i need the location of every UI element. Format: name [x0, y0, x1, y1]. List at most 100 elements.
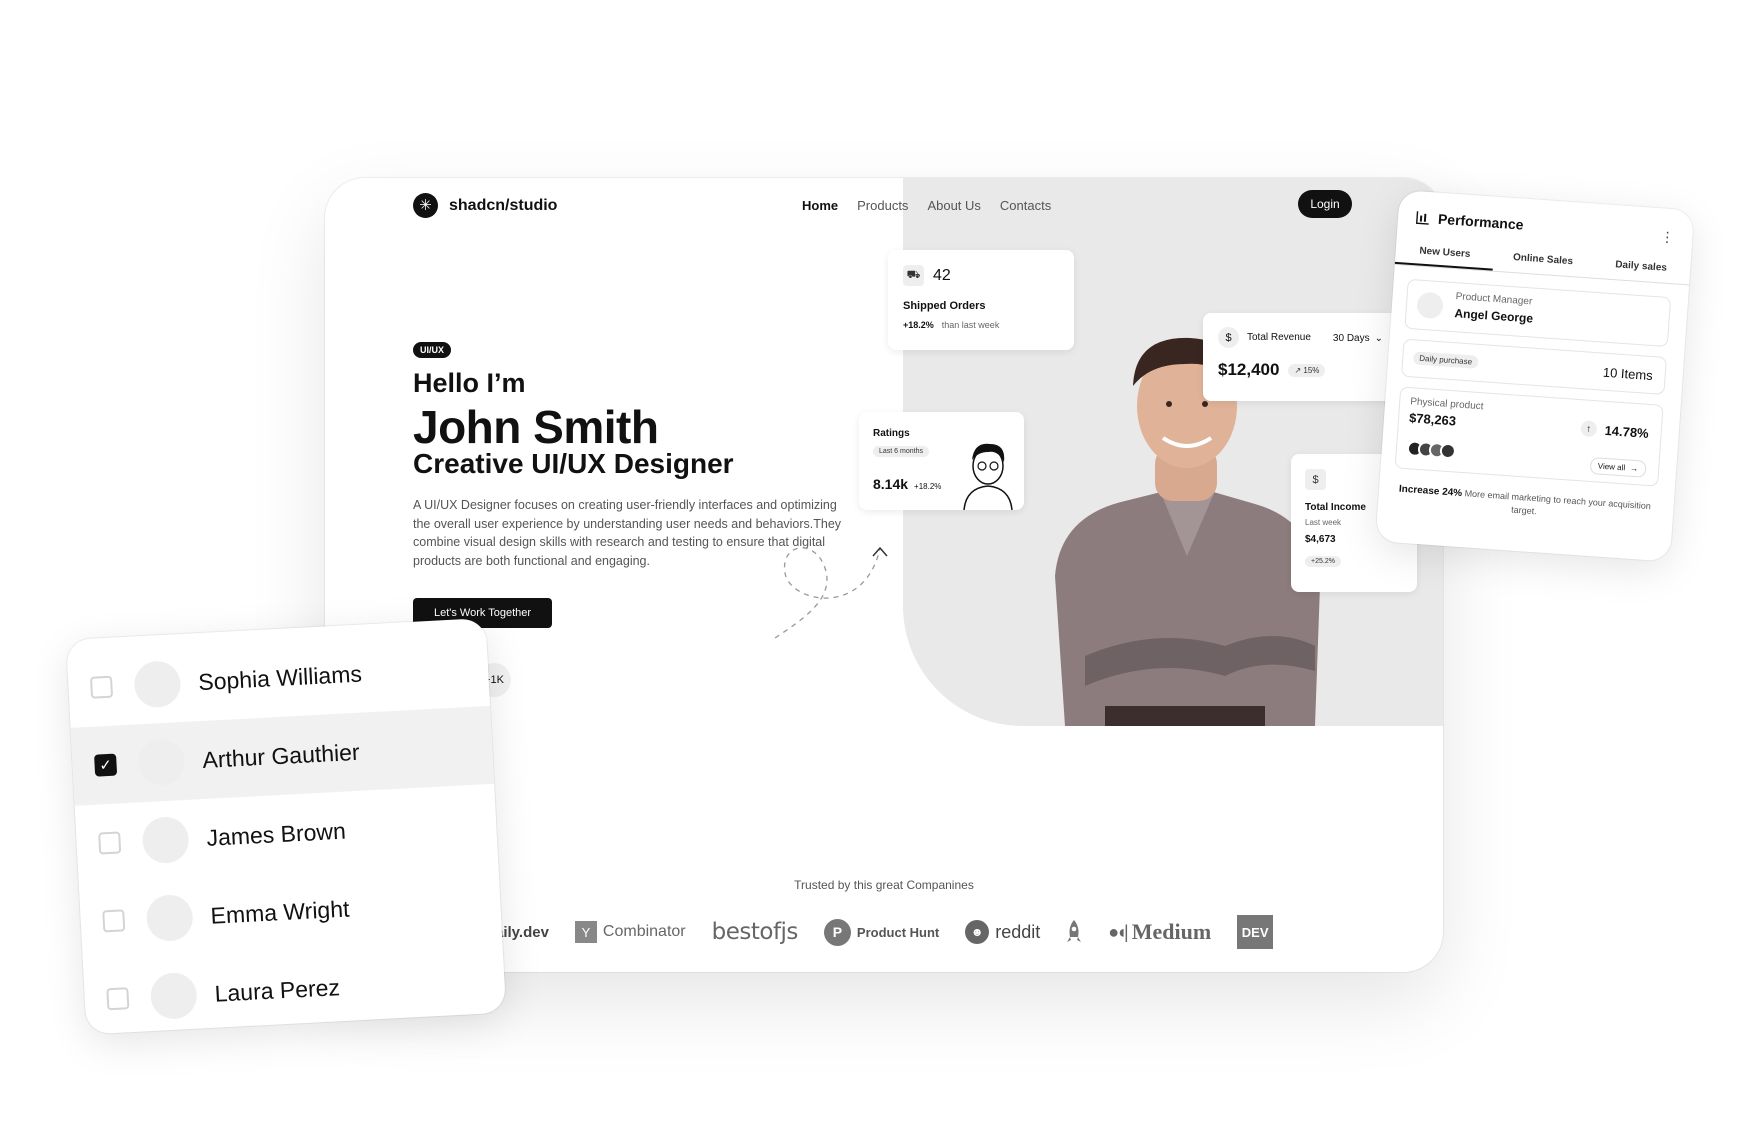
user-name: Emma Wright	[209, 895, 350, 929]
revenue-change: 15%	[1303, 365, 1320, 375]
hero-greeting: Hello I’m	[413, 368, 526, 398]
physical-product-row: Physical product $78,263 ↑ 14.78% View a…	[1394, 386, 1664, 487]
tab-new-users[interactable]: New Users	[1394, 237, 1495, 271]
manager-role: Product Manager	[1455, 291, 1533, 308]
performance-tabs: New Users Online Sales Daily sales	[1394, 237, 1691, 286]
performance-footer: Increase 24% More email marketing to rea…	[1392, 482, 1657, 526]
checkbox-checked[interactable]: ✓	[94, 753, 118, 777]
income-label: Total Income	[1305, 502, 1366, 513]
hero-role: Creative UI/UX Designer	[413, 448, 734, 479]
total-revenue-card: $ Total Revenue 30 Days ⌄ $12,400 ↗ 15%	[1203, 313, 1397, 401]
ratings-value: 8.14k	[873, 476, 909, 492]
ratings-label: Ratings	[873, 428, 910, 439]
view-all-button[interactable]: View all →	[1589, 456, 1647, 478]
nav-about[interactable]: About Us	[927, 198, 980, 213]
shipped-change: +18.2%	[903, 320, 934, 330]
login-button[interactable]: Login	[1298, 190, 1352, 218]
medium-logo: ●◖| Medium	[1108, 919, 1211, 945]
user-name: Sophia Williams	[197, 660, 363, 695]
performance-title: Performance	[1437, 210, 1525, 233]
revenue-label: Total Revenue	[1247, 332, 1311, 343]
page: ✳ shadcn/studio Home Products About Us C…	[0, 0, 1762, 1140]
physical-label: Physical product	[1409, 396, 1484, 413]
tab-online-sales[interactable]: Online Sales	[1493, 245, 1593, 278]
avatar	[1416, 291, 1444, 320]
user-name: Laura Perez	[214, 973, 341, 1007]
bar-chart-icon	[1415, 211, 1429, 225]
user-list-card: Sophia Williams ✓ Arthur Gauthier James …	[66, 618, 507, 1035]
nav-contacts[interactable]: Contacts	[1000, 198, 1051, 213]
ycombinator-logo: Y Combinator	[574, 921, 686, 943]
ratings-change: +18.2%	[914, 482, 942, 491]
checkbox[interactable]	[98, 831, 122, 855]
physical-change: 14.78%	[1604, 422, 1650, 441]
producthunt-logo: P Product Hunt	[823, 918, 940, 946]
reddit-logo: ☻ reddit	[965, 920, 1040, 944]
check-icon: ✓	[98, 756, 113, 775]
shipped-label: Shipped Orders	[903, 300, 986, 312]
ratings-card: Ratings Last 6 months 8.14k +18.2%	[859, 412, 1024, 510]
shipped-period: than last week	[941, 320, 1000, 330]
user-name: Arthur Gauthier	[201, 738, 361, 773]
medium-text: Medium	[1131, 919, 1212, 944]
checkbox[interactable]	[89, 675, 114, 699]
dollar-icon: $	[1218, 327, 1239, 348]
nav-home[interactable]: Home	[802, 198, 838, 213]
avatar	[1439, 442, 1457, 460]
avatar-illustration	[963, 443, 1013, 510]
daily-purchase-value: 10 Items	[1602, 364, 1654, 384]
checkbox[interactable]	[106, 987, 130, 1011]
performance-header: Performance	[1415, 209, 1525, 233]
nav-products[interactable]: Products	[857, 198, 908, 213]
manager-row: Product Manager Angel George	[1404, 278, 1672, 348]
dollar-circle-icon: $	[1305, 469, 1326, 490]
reddit-icon: ☻	[965, 920, 990, 944]
reddit-text: reddit	[995, 921, 1041, 942]
bestofjs-logo: bestofjs	[711, 919, 799, 945]
avatar	[149, 971, 198, 1021]
site-name: shadcn/studio	[449, 196, 558, 214]
user-name: James Brown	[205, 817, 347, 851]
daily-dev-text: aily.dev	[495, 923, 549, 941]
truck-icon: ⛟	[903, 265, 924, 286]
producthunt-text: Product Hunt	[856, 924, 940, 940]
rocket-icon	[1067, 920, 1082, 942]
arrow-right-icon: →	[1629, 463, 1639, 474]
p-icon: P	[823, 918, 851, 946]
daily-purchase-label: Daily purchase	[1412, 351, 1479, 369]
avatar	[133, 660, 182, 709]
hero-name: John Smith	[413, 401, 659, 453]
dev-logo: DEV	[1237, 915, 1274, 949]
main-nav: Home Products About Us Contacts	[802, 198, 1051, 213]
arrow-up-icon: ↑	[1580, 420, 1598, 438]
company-logos: aily.dev Y Combinator bestofjs P Product H…	[495, 915, 1274, 949]
physical-value: $78,263	[1408, 410, 1457, 429]
shipped-orders-card: ⛟ 42 Shipped Orders +18.2% than last wee…	[888, 250, 1074, 350]
more-options-icon[interactable]: ⋮	[1660, 228, 1675, 246]
performance-card: Performance ⋮ New Users Online Sales Dai…	[1375, 190, 1695, 562]
asterisk-icon: ✳	[413, 193, 438, 218]
site-logo[interactable]: ✳ shadcn/studio	[413, 193, 557, 218]
tab-daily-sales[interactable]: Daily sales	[1591, 252, 1691, 285]
avatar-group	[1406, 440, 1457, 460]
medium-dots-icon: ●◖|	[1108, 921, 1128, 942]
income-change: +25.2%	[1305, 556, 1341, 567]
footer-highlight: Increase 24%	[1398, 483, 1463, 500]
ycombinator-text: Combinator	[602, 923, 686, 940]
y-icon: Y	[574, 921, 597, 943]
avatar	[141, 815, 190, 865]
ratings-period: Last 6 months	[873, 446, 929, 457]
checkbox[interactable]	[102, 909, 126, 933]
view-all-label: View all	[1597, 461, 1626, 473]
revenue-range-select[interactable]: 30 Days ⌄	[1333, 333, 1383, 344]
category-badge: UI/UX	[413, 342, 452, 358]
daily-purchase-row: Daily purchase 10 Items	[1400, 338, 1667, 395]
revenue-range-value: 30 Days	[1332, 333, 1370, 344]
daily-dev-logo: aily.dev	[495, 924, 549, 941]
avatar	[137, 737, 186, 787]
chevron-down-icon: ⌄	[1374, 333, 1383, 344]
revenue-change-badge: ↗ 15%	[1288, 363, 1326, 377]
income-value: $4,673	[1305, 534, 1336, 545]
revenue-value: $12,400	[1218, 360, 1280, 379]
manager-name: Angel George	[1454, 306, 1534, 326]
